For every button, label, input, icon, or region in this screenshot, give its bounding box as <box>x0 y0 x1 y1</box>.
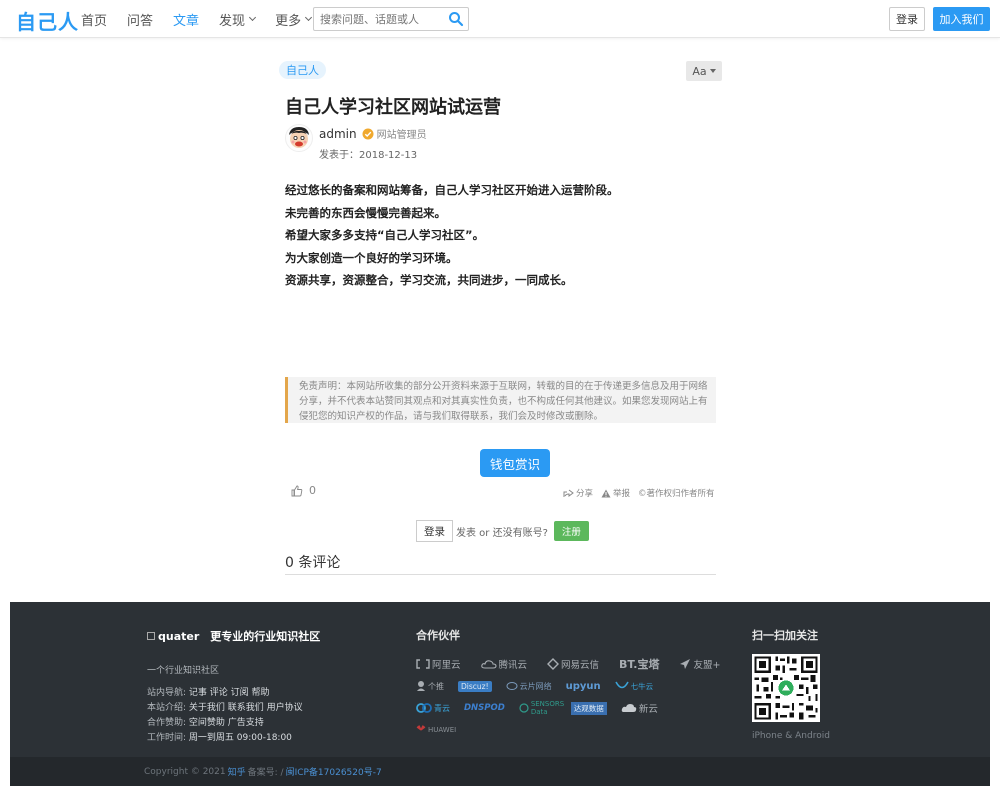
comment-login-bar: 登录 发表 or 还没有账号? 注册 <box>416 520 589 542</box>
search-input[interactable] <box>314 9 444 29</box>
broken-image-icon <box>147 632 155 640</box>
font-size-toggle[interactable]: Aa <box>686 61 722 81</box>
footer-links: 站内导航: 记事 评论 订阅 帮助 本站介绍: 关于我们 联系我们 用户协议 合… <box>147 688 303 743</box>
footer-bottom: Copyright © 2021 知乎 备案号: / 闽ICP备17026520… <box>10 757 990 786</box>
site-nav-links[interactable]: 记事 评论 订阅 帮助 <box>189 688 270 698</box>
paragraph: 为大家创造一个良好的学习环境。 <box>285 250 458 265</box>
brand-slogan: 更专业的行业知识社区 <box>210 630 321 643</box>
author-avatar[interactable] <box>285 124 313 152</box>
login-button[interactable]: 登录 <box>889 7 925 31</box>
chevron-down-icon <box>305 13 313 22</box>
work-hours: 周一到周五 09:00-18:00 <box>188 733 292 743</box>
partner-logo[interactable]: BT.宝塔 <box>619 656 659 672</box>
footer-brand: quater 更专业的行业知识社区 <box>147 628 320 644</box>
partner-logo[interactable]: 青云 <box>416 702 450 714</box>
qr-code-image[interactable] <box>752 654 820 722</box>
paragraph: 经过悠长的备案和网站筹备，自己人学习社区开始进入运营阶段。 <box>285 183 619 197</box>
divider <box>285 574 716 575</box>
warning-icon <box>601 489 611 497</box>
comment-count: 0 条评论 <box>285 555 341 571</box>
partner-logo[interactable]: Discuz! <box>458 680 492 692</box>
partner-logo[interactable]: 新云 <box>621 701 658 715</box>
paragraph: 希望大家多多支持“自己人学习社区”。 <box>285 228 485 242</box>
disclaimer-box: 免责声明：本网站所收集的部分公开资料来源于互联网，转载的目的在于传递更多信息及用… <box>285 377 716 423</box>
author-line: admin 网站管理员 <box>319 126 427 142</box>
copyright-note: ©著作权归作者所有 <box>638 489 715 499</box>
thumbs-up-icon <box>291 485 303 496</box>
partner-logo[interactable]: 达观数据 <box>570 701 607 715</box>
search-icon[interactable] <box>448 11 464 27</box>
partner-logo[interactable]: DNSPOD <box>464 703 505 713</box>
paragraph: 未完善的东西会慢慢完善起来。 <box>285 205 446 220</box>
nav-questions[interactable]: 问答 <box>127 10 153 29</box>
copyright-text: Copyright © 2021 <box>144 766 226 777</box>
nav-articles[interactable]: 文章 <box>173 10 199 29</box>
partner-logo[interactable]: 网易云信 <box>547 657 599 671</box>
chevron-down-icon <box>249 13 257 22</box>
copyright-link[interactable]: 知乎 <box>228 765 246 778</box>
qr-caption: iPhone & Android <box>752 731 830 741</box>
like-button[interactable]: 0 <box>291 484 316 497</box>
like-count: 0 <box>309 484 316 497</box>
author-role: 网站管理员 <box>376 130 427 141</box>
brand-img-alt: quater <box>158 629 200 643</box>
search-box <box>313 7 469 31</box>
comment-login-text: 发表 or 还没有账号? <box>456 527 548 539</box>
publish-date: 发表于：2018-12-13 <box>319 150 418 161</box>
article-tag[interactable]: 自己人 <box>279 61 326 79</box>
top-navbar: 自己人 首页 问答 文章 发现 更多 登录 加入我们 <box>0 0 1000 38</box>
author-name[interactable]: admin <box>319 127 357 141</box>
partner-logos: 阿里云 腾讯云 网易云信 BT.宝塔 友盟+ 个推 Discuz! 云片网络 u… <box>416 653 726 741</box>
nav-home[interactable]: 首页 <box>81 10 107 29</box>
verified-badge-icon <box>362 128 374 139</box>
about-links[interactable]: 关于我们 联系我们 用户协议 <box>189 703 303 713</box>
nav-more[interactable]: 更多 <box>275 10 313 29</box>
register-button[interactable]: 注册 <box>553 521 589 541</box>
icp-label: 备案号: / <box>247 768 284 778</box>
partners-title: 合作伙伴 <box>416 629 460 642</box>
follow-title: 扫一扫加关注 <box>752 629 818 642</box>
comment-login-button[interactable]: 登录 <box>416 520 453 542</box>
report-button[interactable]: 举报 <box>601 487 630 499</box>
site-logo[interactable]: 自己人 <box>16 6 79 35</box>
partner-logo[interactable]: 阿里云 <box>416 657 461 671</box>
partner-logo[interactable]: 友盟+ <box>679 657 720 671</box>
partner-logo[interactable]: 云片网络 <box>506 681 552 692</box>
article-body: 经过悠长的备案和网站筹备，自己人学习社区开始进入运营阶段。 未完善的东西会慢慢完… <box>285 179 725 292</box>
footer-tagline: 一个行业知识社区 <box>147 666 220 676</box>
article-actions: 分享 举报 ©著作权归作者所有 <box>563 487 715 499</box>
partner-logo[interactable]: SENSORS Data <box>519 700 564 716</box>
partner-logo[interactable]: upyun <box>566 681 601 692</box>
partner-logo[interactable]: 七牛云 <box>614 681 653 692</box>
reward-button[interactable]: 钱包赏识 <box>480 449 550 477</box>
article-title: 自己人学习社区网站试运营 <box>285 97 501 118</box>
nav-discover[interactable]: 发现 <box>219 10 257 29</box>
share-icon <box>563 489 574 497</box>
main-nav: 首页 问答 文章 发现 更多 <box>81 0 331 38</box>
partner-logo[interactable]: 个推 <box>416 680 444 692</box>
icp-link[interactable]: 闽ICP备17026520号-7 <box>286 765 382 778</box>
partner-logo[interactable]: 腾讯云 <box>480 657 527 671</box>
partner-logo[interactable]: HUAWEI <box>416 725 456 735</box>
sponsor-links[interactable]: 空间赞助 广告支持 <box>189 718 264 728</box>
caret-down-icon <box>709 69 716 73</box>
share-button[interactable]: 分享 <box>563 487 593 499</box>
paragraph: 资源共享，资源整合，学习交流，共同进步，一同成长。 <box>285 273 573 287</box>
join-button[interactable]: 加入我们 <box>933 7 990 31</box>
